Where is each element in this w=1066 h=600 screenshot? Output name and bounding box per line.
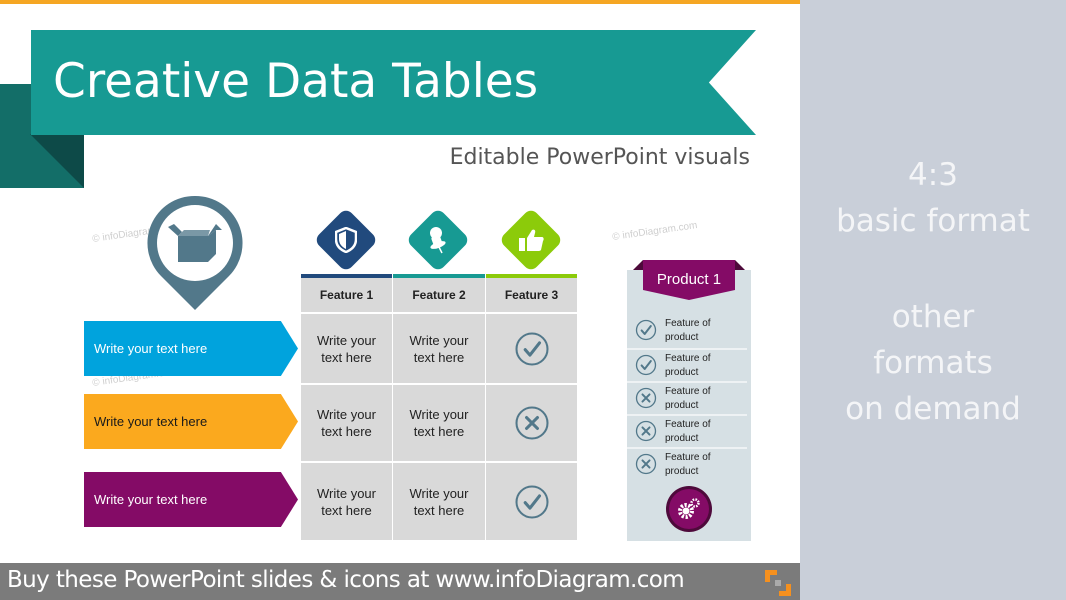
- product-feature-row: Feature of product: [627, 315, 747, 348]
- product-status: [635, 319, 657, 346]
- feature-header: Feature 1: [301, 278, 392, 312]
- row-label-text: Write your text here: [94, 492, 208, 507]
- watermark: © infoDiagram.com: [611, 220, 699, 243]
- cell-text: Write your text here: [409, 485, 469, 518]
- product-status: [635, 354, 657, 381]
- side-line: formats: [873, 345, 993, 381]
- footer-bar: Buy these PowerPoint slides & icons at w…: [0, 563, 800, 600]
- check-circle-icon: [635, 319, 657, 341]
- slide-title: Creative Data Tables: [53, 54, 539, 109]
- side-line: on demand: [845, 391, 1021, 427]
- table-cell: Write your text here: [393, 314, 485, 383]
- product-feature-row: Feature of product: [627, 348, 747, 383]
- row-label-arrow: Write your text here: [84, 321, 298, 376]
- table-cell: Write your text here: [301, 385, 392, 461]
- side-line: 4:3: [908, 157, 958, 193]
- side-line: other: [891, 299, 975, 335]
- status-cell: [486, 314, 577, 383]
- product-feature-row: Feature of product: [627, 381, 747, 416]
- cell-text: Write your text here: [409, 407, 469, 439]
- pushpin-icon: [415, 217, 461, 263]
- table-cell: Write your text here: [393, 463, 485, 540]
- product-status: [635, 453, 657, 480]
- product-feature-row: Feature of product: [627, 414, 747, 449]
- row-label-arrow: Write your text here: [84, 394, 298, 449]
- product-feature-text: Feature of product: [665, 452, 711, 477]
- product-feature-text: Feature of product: [665, 419, 711, 444]
- footer-text[interactable]: Buy these PowerPoint slides & icons at w…: [7, 567, 685, 593]
- product-status: [635, 387, 657, 414]
- cell-text: Write your text here: [409, 332, 469, 365]
- gears-icon: [666, 486, 712, 532]
- accent-bar: [0, 0, 800, 4]
- cell-text: Write your text here: [317, 332, 376, 365]
- row-label-arrow: Write your text here: [84, 472, 298, 527]
- product-feature-text: Feature of product: [665, 318, 711, 343]
- status-cell: [486, 463, 577, 540]
- feature-header: Feature 2: [393, 278, 485, 312]
- product-feature-text: Feature of product: [665, 386, 711, 411]
- status-cell: [486, 385, 577, 461]
- side-line: basic format: [836, 203, 1030, 239]
- cross-circle-icon: [635, 387, 657, 409]
- row-label-text: Write your text here: [94, 414, 208, 429]
- product-title: Product 1: [656, 271, 722, 288]
- thumbs-up-icon: [508, 217, 554, 263]
- cell-text: Write your text here: [317, 407, 376, 439]
- cross-circle-icon: [514, 406, 549, 440]
- table-cell: Write your text here: [301, 314, 392, 383]
- product-feature-text: Feature of product: [665, 353, 711, 378]
- check-circle-icon: [514, 484, 549, 519]
- location-pin-icon: [147, 195, 243, 310]
- table-cell: Write your text here: [393, 385, 485, 461]
- slide-subtitle: Editable PowerPoint visuals: [449, 145, 750, 170]
- infodiagram-logo-icon: [765, 570, 791, 596]
- side-panel: 4:3 basic format other formats on demand: [800, 0, 1066, 600]
- check-circle-icon: [635, 354, 657, 376]
- slide: Creative Data Tables Editable PowerPoint…: [0, 0, 800, 600]
- feature-header: Feature 3: [486, 278, 577, 312]
- table-cell: Write your text here: [301, 463, 392, 540]
- product-feature-row: Feature of product: [627, 447, 747, 482]
- product-status: [635, 420, 657, 447]
- shield-icon: [323, 217, 369, 263]
- cell-text: Write your text here: [317, 485, 376, 518]
- check-circle-icon: [514, 331, 549, 366]
- cross-circle-icon: [635, 420, 657, 442]
- row-label-text: Write your text here: [94, 341, 208, 356]
- cross-circle-icon: [635, 453, 657, 475]
